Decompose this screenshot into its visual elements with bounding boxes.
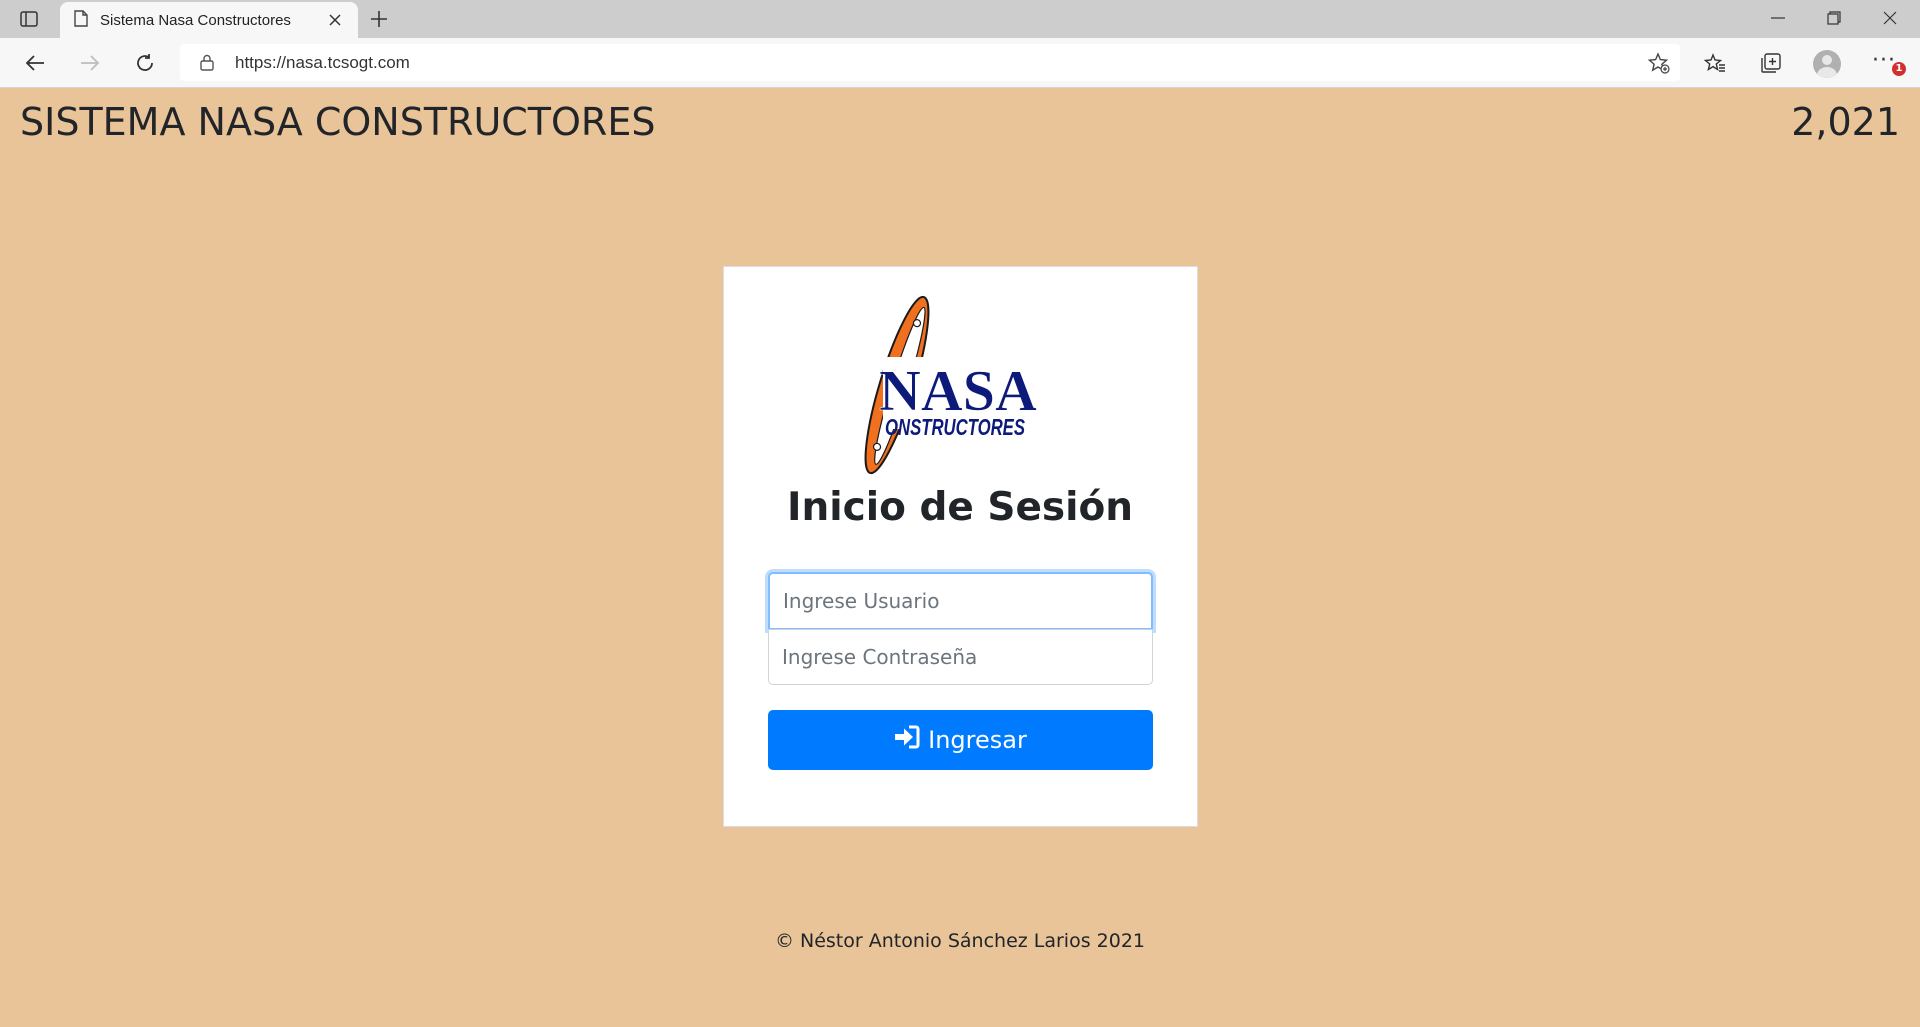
login-button[interactable]: Ingresar: [768, 710, 1153, 770]
favorites-icon[interactable]: [1700, 48, 1730, 78]
footer-copyright: © Néstor Antonio Sánchez Larios 2021: [774, 930, 1146, 952]
minimize-icon[interactable]: [1750, 0, 1806, 36]
new-tab-icon[interactable]: [368, 8, 390, 30]
refresh-icon[interactable]: [130, 48, 160, 78]
restore-icon[interactable]: [1806, 0, 1862, 36]
nasa-constructores-logo: NASA ONSTRUCTORES: [847, 295, 1067, 475]
logo-word-sub: ONSTRUCTORES: [885, 414, 1025, 440]
address-url[interactable]: https://nasa.tcsogt.com: [235, 53, 410, 73]
lock-icon[interactable]: [198, 53, 216, 71]
forward-icon[interactable]: [75, 48, 105, 78]
collections-icon[interactable]: [1756, 48, 1786, 78]
login-title: Inicio de Sesión: [786, 485, 1134, 530]
settings-menu-button[interactable]: ··· 1: [1872, 50, 1906, 76]
close-tab-icon[interactable]: [326, 11, 344, 29]
sign-in-icon: [894, 725, 920, 755]
address-bar[interactable]: https://nasa.tcsogt.com: [180, 44, 1680, 81]
browser-tab[interactable]: Sistema Nasa Constructores: [60, 2, 358, 38]
password-input[interactable]: [768, 629, 1153, 685]
header-year: 2,021: [1791, 100, 1900, 144]
username-input[interactable]: [768, 572, 1153, 630]
browser-toolbar: https://nasa.tcsogt.com ··· 1: [0, 38, 1920, 88]
back-icon[interactable]: [20, 48, 50, 78]
notification-badge: 1: [1892, 62, 1906, 76]
profile-avatar[interactable]: [1813, 50, 1841, 78]
tab-title: Sistema Nasa Constructores: [100, 11, 291, 29]
add-favorite-icon[interactable]: [1648, 52, 1670, 74]
tab-actions-icon[interactable]: [18, 9, 40, 29]
login-button-label: Ingresar: [928, 726, 1027, 754]
page-title: SISTEMA NASA CONSTRUCTORES: [20, 100, 656, 144]
close-window-icon[interactable]: [1862, 0, 1918, 36]
browser-tab-bar: Sistema Nasa Constructores: [0, 0, 1920, 38]
page-icon: [74, 9, 88, 31]
